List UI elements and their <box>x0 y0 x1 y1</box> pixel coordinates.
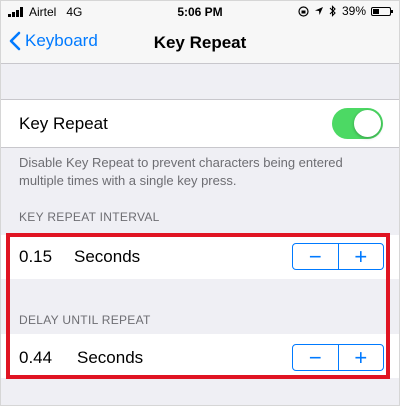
battery-percent: 39% <box>341 4 366 18</box>
status-right: 39% <box>298 4 393 18</box>
settings-screen: Airtel 4G 5:06 PM 39% Keyboard Key Repea… <box>0 0 400 406</box>
delay-row: 0.44 Seconds − + <box>1 334 399 378</box>
interval-value: 0.15 <box>19 247 53 266</box>
interval-row: 0.15 Seconds − + <box>1 235 399 279</box>
interval-increment-button[interactable]: + <box>339 244 384 269</box>
delay-value: 0.44 <box>19 348 53 367</box>
interval-section-header: KEY REPEAT INTERVAL <box>19 210 160 224</box>
key-repeat-row: Key Repeat <box>1 99 399 148</box>
page-title: Key Repeat <box>153 33 247 52</box>
battery-icon <box>371 6 393 16</box>
key-repeat-description: Disable Key Repeat to prevent characters… <box>19 155 343 188</box>
bluetooth-icon <box>329 5 336 17</box>
navigation-bar: Keyboard Key Repeat <box>1 23 399 64</box>
delay-increment-button[interactable]: + <box>339 345 384 370</box>
delay-section-header: DELAY UNTIL REPEAT <box>19 313 151 327</box>
status-bar: Airtel 4G 5:06 PM 39% <box>1 1 399 23</box>
interval-stepper: − + <box>292 243 384 270</box>
orientation-lock-icon <box>298 5 309 17</box>
interval-decrement-button[interactable]: − <box>293 244 338 269</box>
key-repeat-toggle[interactable] <box>332 108 383 139</box>
delay-stepper: − + <box>292 344 384 371</box>
key-repeat-label: Key Repeat <box>19 114 108 133</box>
battery-fill <box>373 8 380 14</box>
location-arrow-icon <box>314 7 323 15</box>
delay-decrement-button[interactable]: − <box>293 345 338 370</box>
toggle-knob <box>354 110 381 137</box>
delay-unit: Seconds <box>77 348 144 367</box>
interval-unit: Seconds <box>74 247 141 266</box>
